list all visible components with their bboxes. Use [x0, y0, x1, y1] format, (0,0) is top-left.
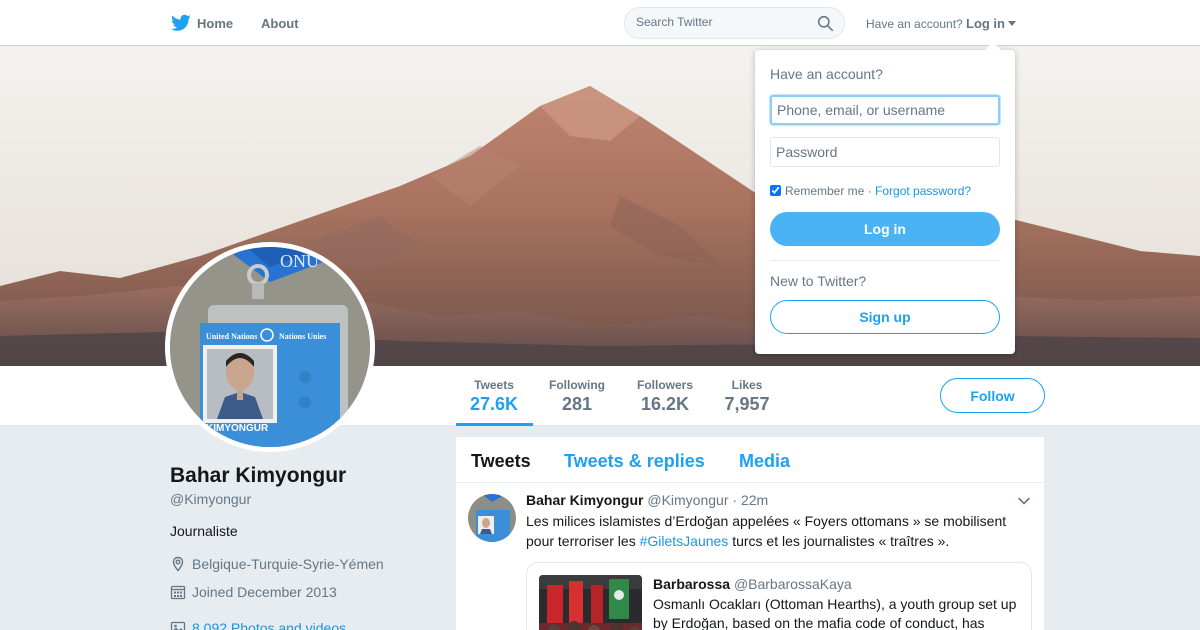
quoted-author-name[interactable]: Barbarossa: [653, 576, 730, 592]
stat-label: Likes: [731, 378, 763, 392]
tab-media[interactable]: Media: [739, 451, 790, 472]
search-input[interactable]: [636, 15, 806, 29]
stat-label: Following: [549, 378, 605, 392]
tweet-author-handle[interactable]: @Kimyongur: [647, 492, 728, 508]
location-icon: [172, 556, 184, 572]
quoted-author-handle[interactable]: @BarbarossaKaya: [734, 576, 852, 592]
login-dropdown-title: Have an account?: [770, 66, 883, 82]
active-stat-indicator: [456, 423, 533, 426]
login-button[interactable]: Log in: [770, 212, 1000, 246]
profile-avatar[interactable]: ONU United Nations Nations Unies KIMYONG…: [165, 242, 375, 452]
chevron-down-icon[interactable]: [1018, 497, 1030, 505]
photo-icon: [170, 621, 186, 630]
tweet-avatar-image: [468, 494, 516, 542]
stat-tweets[interactable]: Tweets 27.6K: [470, 378, 518, 415]
quoted-tweet-image: [539, 575, 642, 630]
stat-followers[interactable]: Followers 16.2K: [636, 378, 694, 415]
stat-label: Tweets: [474, 378, 514, 392]
login-dropdown: Have an account? Remember me · Forgot pa…: [755, 42, 1015, 354]
quoted-tweet-text: Osmanlı Ocakları (Ottoman Hearths), a yo…: [653, 596, 1017, 630]
top-navigation: Home About Have an account? Log in: [0, 0, 1200, 46]
login-menu-link[interactable]: Log in: [966, 16, 1005, 31]
tweet-text-after: turcs et les journalistes « traîtres ».: [728, 533, 950, 549]
quoted-tweet-header: Barbarossa @BarbarossaKaya: [653, 576, 852, 592]
calendar-icon: [170, 585, 186, 600]
location-text: Belgique-Turquie-Syrie-Yémen: [192, 556, 384, 572]
remember-me-label[interactable]: Remember me: [785, 184, 864, 198]
follow-button[interactable]: Follow: [940, 378, 1045, 413]
tab-tweets[interactable]: Tweets: [471, 451, 531, 472]
password-field[interactable]: [770, 137, 1000, 167]
search-icon[interactable]: [817, 15, 834, 32]
caret-down-icon[interactable]: [1008, 21, 1016, 26]
quoted-photo: [539, 575, 642, 630]
stat-value: 16.2K: [640, 394, 690, 414]
dropdown-divider: [770, 260, 1000, 261]
profile-bio: Journaliste: [170, 523, 238, 539]
badge-org-en: United Nations: [206, 332, 257, 341]
remember-separator: ·: [864, 184, 876, 198]
profile-name[interactable]: Bahar Kimyongur: [170, 464, 346, 488]
badge-name: KIMYONGUR: [206, 423, 269, 434]
photos-text[interactable]: 8,092 Photos and videos: [192, 620, 346, 630]
stat-value: 7,957: [724, 394, 770, 414]
stat-label: Followers: [636, 378, 693, 392]
new-to-twitter-text: New to Twitter?: [770, 273, 867, 289]
remember-me-checkbox[interactable]: [770, 185, 781, 196]
username-field[interactable]: [770, 95, 1000, 125]
tweet-timestamp[interactable]: · 22m: [732, 492, 768, 508]
tab-tweets-replies[interactable]: Tweets & replies: [564, 451, 705, 472]
tweet-author-name[interactable]: Bahar Kimyongur: [526, 492, 643, 508]
tweet-avatar[interactable]: [468, 494, 516, 542]
tweet-header: Bahar Kimyongur @Kimyongur · 22m: [526, 492, 768, 508]
timeline: Tweets Tweets & replies Media Bahar Kimy…: [456, 437, 1044, 630]
stat-likes[interactable]: Likes 7,957: [724, 378, 770, 415]
profile-handle[interactable]: @Kimyongur: [170, 491, 251, 507]
signup-button[interactable]: Sign up: [770, 300, 1000, 334]
forgot-password-link[interactable]: Forgot password?: [875, 184, 971, 198]
timeline-tabs: Tweets Tweets & replies Media: [456, 437, 1044, 483]
twitter-bird-icon[interactable]: [171, 14, 191, 32]
nav-about-link[interactable]: About: [261, 16, 299, 31]
nav-home-link[interactable]: Home: [197, 16, 233, 31]
have-account-text: Have an account?: [866, 17, 963, 31]
badge-org-fr: Nations Unies: [279, 332, 326, 341]
stat-value: 281: [561, 394, 593, 414]
search-box: [624, 7, 845, 39]
stat-following[interactable]: Following 281: [548, 378, 606, 415]
remember-me-row: Remember me · Forgot password?: [770, 184, 971, 198]
tweet-text: Les milices islamistes d’Erdoğan appelée…: [526, 511, 1026, 551]
tweet-hashtag-link[interactable]: #GiletsJaunes: [640, 533, 729, 549]
stat-value: 27.6K: [470, 394, 519, 414]
quoted-tweet[interactable]: Barbarossa @BarbarossaKaya Osmanlı Ocakl…: [526, 562, 1032, 630]
lanyard-text: ONU: [280, 251, 319, 271]
joined-text: Joined December 2013: [192, 584, 337, 600]
avatar-image: ONU United Nations Nations Unies KIMYONG…: [170, 247, 370, 447]
